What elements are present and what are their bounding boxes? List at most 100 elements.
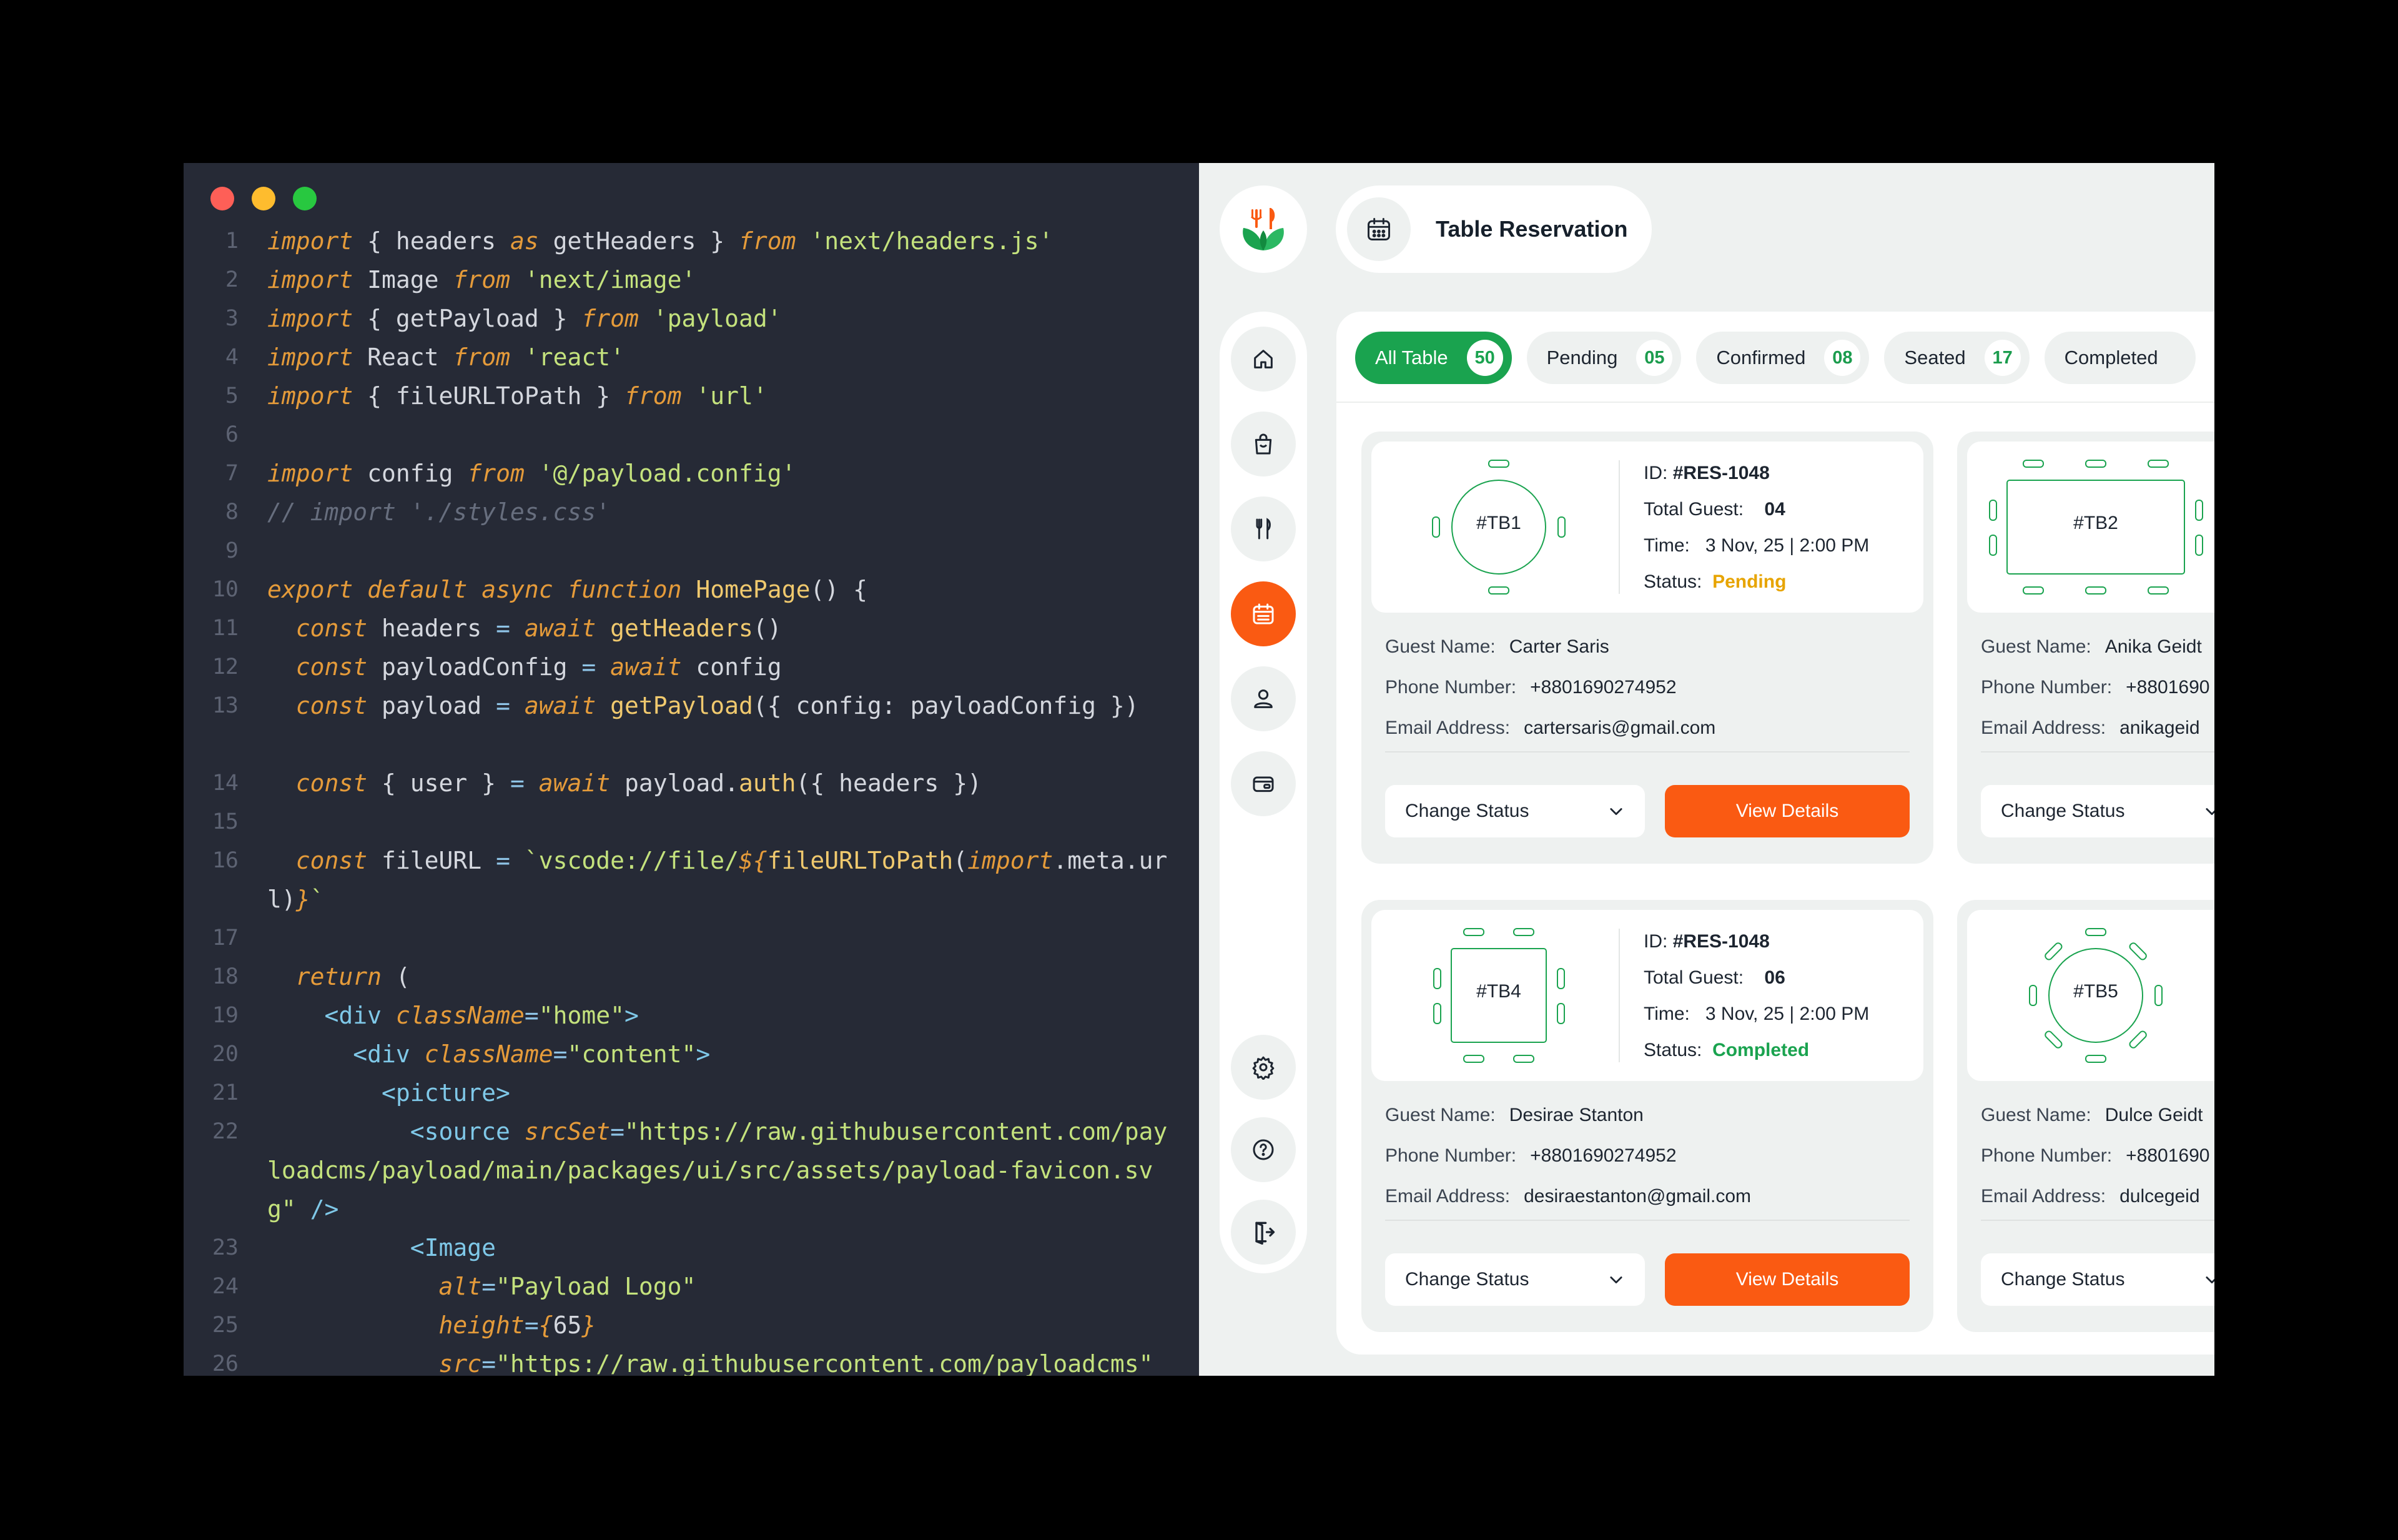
code-token: auth [739,769,796,797]
code-token: alt [438,1273,482,1300]
code-line[interactable]: 26 src="https://raw.githubusercontent.co… [184,1345,1199,1376]
line-number: 16 [212,848,239,873]
tab-seated[interactable]: Seated 17 [1884,332,2030,384]
tab-count-badge: 17 [1984,340,2021,376]
reservation-card: #TB5 Guest Name: Dulce Geidt Phone Number… [1957,900,2214,1332]
tab-label: Completed [2064,347,2158,368]
code-text: return ( [267,957,1179,996]
status-badge: Completed [1712,1040,1810,1060]
code-token: await [524,692,596,719]
code-line[interactable]: 9 [184,531,1199,570]
code-line[interactable]: 14 const { user } = await payload.auth({… [184,764,1199,802]
change-status-dropdown[interactable]: Change Status [1385,1253,1645,1306]
code-token: const [295,847,368,874]
code-line[interactable]: 7 import config from '@/payload.config' [184,454,1199,493]
code-text: <div className="home"> [267,996,1179,1035]
tab-pending[interactable]: Pending 05 [1526,332,1682,384]
code-line[interactable]: 20 <div className="content"> [184,1035,1199,1074]
code-token: = [496,615,510,642]
guest-name: Anika Geidt [2104,636,2202,657]
line-number: 21 [212,1080,239,1105]
tab-completed[interactable]: Completed [2044,332,2196,384]
code-line[interactable]: 22 <source srcSet="https://raw.githubuse… [184,1112,1199,1228]
nav-reservation[interactable] [1231,581,1296,646]
view-details-button[interactable]: View Details [1665,1253,1910,1306]
home-icon [1254,350,1273,368]
code-line[interactable]: 5 import { fileURLToPath } from 'url' [184,377,1199,415]
code-line[interactable]: 1 import { headers as getHeaders } from '… [184,222,1199,260]
tab-confirmed[interactable]: Confirmed 08 [1696,332,1870,384]
brand-logo[interactable] [1220,185,1307,273]
nav-payments[interactable] [1231,751,1296,816]
code-token: import [267,343,353,371]
guest-info: Guest Name: Desirae Stanton Phone Number:… [1385,1095,1751,1217]
code-token: from [453,343,510,371]
code-token: getHeaders } [538,227,739,255]
code-line[interactable]: 15 [184,802,1199,841]
phone-number: +8801690 [2126,677,2210,698]
change-status-dropdown[interactable]: Change Status [1981,1253,2214,1306]
minimize-window-button[interactable] [252,187,275,210]
phone-label: Phone Number: [1385,1145,1517,1166]
code-token: = [510,769,525,797]
code-token: payload [367,692,496,719]
code-token: () [752,615,782,642]
code-line[interactable]: 10 export default async function HomePage… [184,570,1199,609]
email-label: Email Address: [1385,1186,1511,1207]
shopping-bag-icon [1255,433,1272,455]
code-line[interactable]: 24 alt="Payload Logo" [184,1267,1199,1306]
code-token: } [295,886,310,913]
view-details-button[interactable]: View Details [1665,785,1910,837]
nav-home[interactable] [1231,327,1296,392]
wallet-icon [1253,776,1274,792]
tab-all-table[interactable]: All Table 50 [1355,332,1512,384]
line-number: 26 [212,1351,239,1376]
nav-menu[interactable] [1231,496,1296,561]
code-line[interactable]: 17 [184,919,1199,957]
code-line[interactable]: 8 // import './styles.css' [184,493,1199,531]
maximize-window-button[interactable] [293,187,317,210]
code-token: React [353,343,453,371]
code-token: from [581,305,639,332]
code-token: height [438,1311,525,1339]
nav-settings[interactable] [1231,1035,1296,1100]
code-line[interactable]: 16 const fileURL = `vscode://file/${file… [184,841,1199,919]
code-token: const [295,615,368,642]
code-token: payloadConfig [367,653,582,681]
change-status-dropdown[interactable]: Change Status [1385,785,1645,837]
nav-help[interactable] [1231,1117,1296,1182]
code-line[interactable]: 3 import { getPayload } from 'payload' [184,299,1199,338]
code-line[interactable]: 4 import React from 'react' [184,338,1199,377]
code-text: height={65} [267,1306,1179,1345]
code-line[interactable]: 18 return ( [184,957,1199,996]
code-line[interactable]: 23 <Image [184,1228,1199,1267]
code-token: export [267,576,353,603]
line-number: 20 [212,1042,239,1067]
code-line[interactable]: 12 const payloadConfig = await config [184,648,1199,686]
reservation-card: #TB2 Guest Name: Anika Geidt Phone Number… [1957,432,2214,864]
nav-orders[interactable] [1231,412,1296,476]
change-status-dropdown[interactable]: Change Status [1981,785,2214,837]
code-line[interactable]: 11 const headers = await getHeaders() [184,609,1199,648]
code-line[interactable]: 2 import Image from 'next/image' [184,260,1199,299]
code-area[interactable]: 1 import { headers as getHeaders } from '… [184,222,1199,1376]
phone-label: Phone Number: [1385,677,1517,698]
reservation-card: #TB1 ID: #RES-1048 Total Guest: 04 Time:… [1361,432,1933,864]
code-line[interactable]: 19 <div className="home"> [184,996,1199,1035]
close-window-button[interactable] [210,187,234,210]
code-token: 'url' [696,382,767,410]
nav-logout[interactable] [1231,1200,1296,1265]
nav-customers[interactable] [1231,666,1296,731]
code-line[interactable]: 21 <picture> [184,1074,1199,1112]
code-line[interactable]: 25 height={65} [184,1306,1199,1345]
code-line[interactable]: 13 const payload = await getPayload({ co… [184,686,1199,764]
line-number: 18 [212,964,239,989]
code-line[interactable]: 6 [184,415,1199,454]
